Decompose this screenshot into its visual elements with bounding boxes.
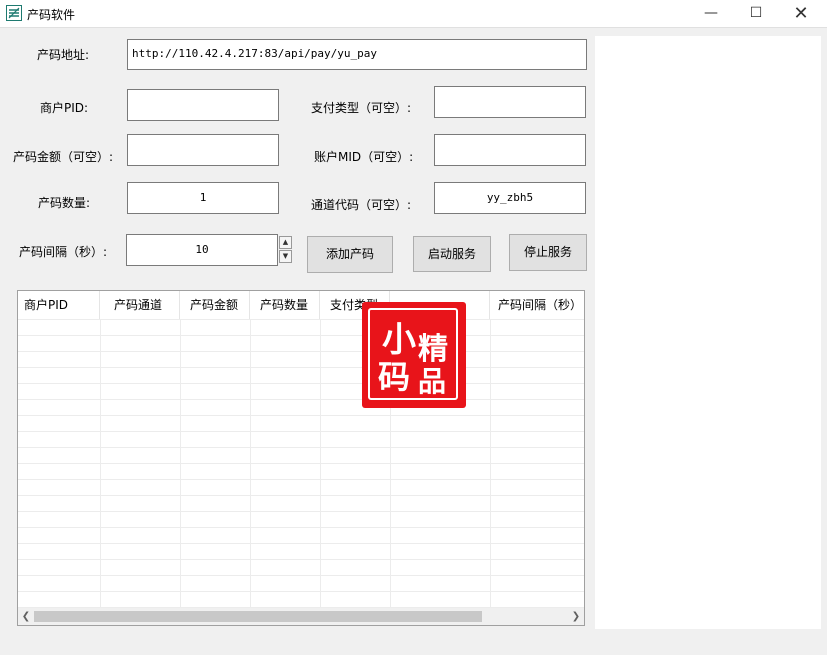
chevron-down-icon: ▼ [282,252,289,260]
add-code-button[interactable]: 添加产码 [307,236,393,273]
column-header[interactable]: 产码间隔（秒） [490,291,584,319]
table-row [18,591,584,592]
channel-input[interactable]: yy_zbh5 [434,182,586,214]
mid-input[interactable] [434,134,586,166]
count-input[interactable]: 1 [127,182,279,214]
main-area: 产码地址: http://110.42.4.217:83/api/pay/yu_… [0,27,827,655]
paytype-input[interactable] [434,86,586,118]
amount-label: 产码金额（可空）: [13,150,114,164]
column-header[interactable]: 产码金额 [180,291,250,319]
table-row [18,527,584,528]
interval-input[interactable]: 10 [126,234,278,266]
stepper-down-button[interactable]: ▼ [279,250,292,263]
scrollbar-thumb[interactable] [34,611,482,622]
table-header: 商户PID 产码通道 产码金额 产码数量 支付类型 产码间隔（秒） [18,291,584,319]
table-row [18,399,584,400]
pid-label: 商户PID: [40,101,89,115]
task-table[interactable]: 商户PID 产码通道 产码金额 产码数量 支付类型 产码间隔（秒） ❮ ❯ [17,290,585,626]
mid-label: 账户MID（可空）: [314,150,414,164]
table-row [18,335,584,336]
table-row [18,575,584,576]
start-service-button[interactable]: 启动服务 [413,236,491,272]
maximize-button[interactable]: ☐ [733,0,779,27]
interval-stepper[interactable]: ▲ ▼ [279,235,292,263]
table-row [18,319,584,320]
maximize-icon: ☐ [749,5,763,21]
url-label: 产码地址: [37,48,90,62]
scroll-left-button[interactable]: ❮ [18,608,34,625]
table-column-divider [320,319,321,609]
table-row [18,367,584,368]
chevron-right-icon: ❯ [571,611,581,622]
table-row [18,463,584,464]
app-icon [6,5,22,21]
table-row [18,415,584,416]
chevron-up-icon: ▲ [282,238,289,246]
stepper-up-button[interactable]: ▲ [279,236,292,249]
log-panel[interactable] [595,36,821,629]
minimize-icon: — [704,5,718,21]
scroll-right-button[interactable]: ❯ [568,608,584,625]
horizontal-scrollbar[interactable]: ❮ ❯ [18,608,584,625]
watermark-stamp: 小 码 精 品 [362,302,466,408]
table-column-divider [180,319,181,609]
close-icon: ✕ [793,3,809,24]
table-row [18,559,584,560]
table-column-divider [100,319,101,609]
interval-label: 产码间隔（秒）: [19,245,108,259]
pid-input[interactable] [127,89,279,121]
url-input[interactable]: http://110.42.4.217:83/api/pay/yu_pay [127,39,587,70]
title-bar: 产码软件 — ☐ ✕ [0,0,827,27]
table-row [18,511,584,512]
channel-label: 通道代码（可空）: [311,198,412,212]
table-row [18,495,584,496]
amount-input[interactable] [127,134,279,166]
count-label: 产码数量: [38,196,91,210]
table-column-divider [490,319,491,609]
table-row [18,479,584,480]
column-header[interactable]: 商户PID [18,291,100,319]
table-row [18,351,584,352]
close-button[interactable]: ✕ [778,0,824,27]
window-title: 产码软件 [27,8,76,22]
table-row [18,431,584,432]
column-header[interactable]: 产码通道 [100,291,180,319]
stamp-char: 品 [418,365,447,398]
column-header[interactable]: 产码数量 [250,291,320,319]
table-column-divider [250,319,251,609]
table-row [18,383,584,384]
minimize-button[interactable]: — [688,0,734,27]
stop-service-button[interactable]: 停止服务 [509,234,587,271]
table-row [18,447,584,448]
paytype-label: 支付类型（可空）: [311,101,412,115]
stamp-char: 码 [378,358,411,396]
table-row [18,543,584,544]
chevron-left-icon: ❮ [21,611,31,622]
